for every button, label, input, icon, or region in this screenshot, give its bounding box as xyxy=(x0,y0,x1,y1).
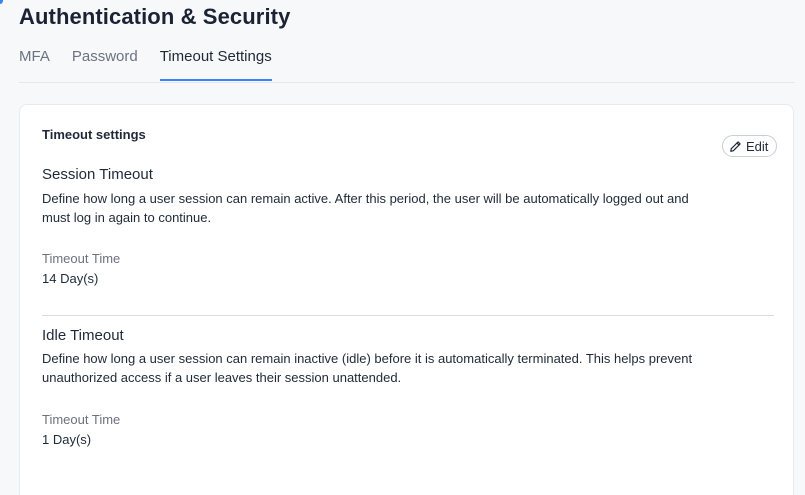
card-title: Timeout settings xyxy=(42,127,146,142)
section-divider xyxy=(42,315,774,316)
edit-button[interactable]: Edit xyxy=(722,135,778,157)
page: Authentication & Security MFA Password T… xyxy=(0,0,805,495)
pencil-icon xyxy=(730,140,741,152)
idle-timeout-title: Idle Timeout xyxy=(42,327,124,344)
session-timeout-time-label: Timeout Time xyxy=(42,251,121,266)
tab-bar: MFA Password Timeout Settings xyxy=(19,44,795,83)
session-timeout-description: Define how long a user session can remai… xyxy=(42,191,689,225)
tab-timeout-settings[interactable]: Timeout Settings xyxy=(159,44,272,81)
session-timeout-time-value: 14 Day(s) xyxy=(42,271,99,286)
idle-timeout-time-label: Timeout Time xyxy=(42,412,121,427)
tab-mfa[interactable]: MFA xyxy=(19,44,50,78)
session-timeout-title: Session Timeout xyxy=(42,166,153,183)
corner-accent xyxy=(0,0,3,4)
edit-button-label: Edit xyxy=(746,138,769,154)
idle-timeout-time-value: 1 Day(s) xyxy=(42,432,92,447)
tab-password[interactable]: Password xyxy=(72,44,138,78)
idle-timeout-description: Define how long a user session can remai… xyxy=(42,351,693,385)
timeout-settings-card: Timeout settings Edit Session Timeout De… xyxy=(19,104,794,495)
page-title: Authentication & Security xyxy=(19,4,291,29)
